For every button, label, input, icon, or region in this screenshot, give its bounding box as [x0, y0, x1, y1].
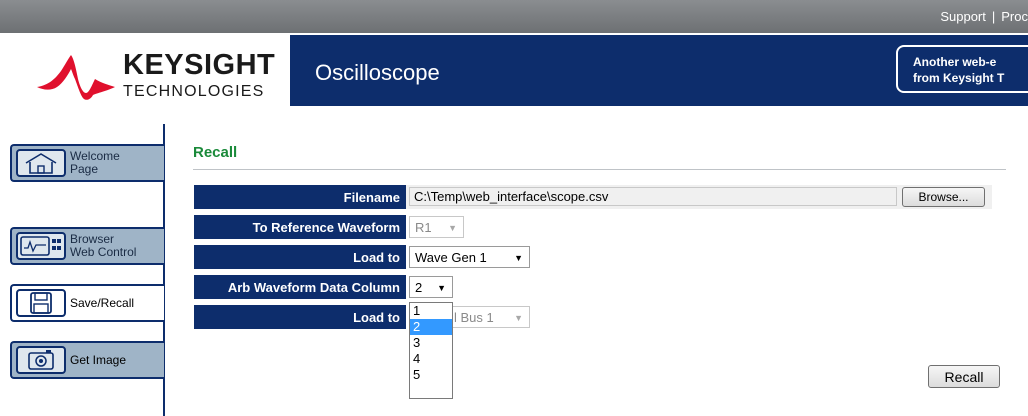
home-icon — [16, 149, 66, 177]
promo-line-1: Another web-e — [913, 55, 997, 69]
load-to-label-2: Load to — [194, 305, 406, 329]
select-value: R1 — [415, 220, 432, 235]
floppy-disk-icon — [16, 289, 66, 317]
chevron-down-icon: ▼ — [514, 313, 523, 323]
filename-field[interactable] — [409, 187, 897, 206]
chevron-down-icon: ▼ — [514, 253, 523, 263]
sidebar-item-label: Welcome Page — [70, 150, 120, 176]
dropdown-option[interactable]: 5 — [410, 367, 452, 383]
select-value: Wave Gen 1 — [415, 250, 487, 265]
app-title: Oscilloscope — [315, 60, 440, 85]
dropdown-option[interactable]: 4 — [410, 351, 452, 367]
browse-button[interactable]: Browse... — [902, 187, 985, 207]
sidebar-item-label: Get Image — [70, 353, 127, 367]
chevron-down-icon: ▼ — [448, 223, 457, 233]
products-link[interactable]: Proc — [1001, 9, 1028, 24]
recall-button[interactable]: Recall — [928, 365, 1000, 388]
select-value: 2 — [415, 280, 423, 295]
reference-waveform-label: To Reference Waveform — [194, 215, 406, 239]
dropdown-option-selected[interactable]: 2 — [410, 319, 452, 335]
sidebar-item-welcome[interactable]: Welcome Page — [10, 144, 164, 182]
camera-icon — [16, 346, 66, 374]
sidebar-item-save-recall[interactable]: Save/Recall — [10, 284, 164, 322]
reference-waveform-select[interactable]: R1 ▼ — [409, 216, 464, 238]
arb-data-column-select[interactable]: 2 ▼ — [409, 276, 453, 298]
title-divider — [193, 169, 1006, 170]
header: KEYSIGHT TECHNOLOGIES Oscilloscope Anoth… — [0, 33, 1028, 106]
sidebar-item-label: Save/Recall — [70, 296, 135, 310]
top-links: Support | Proc — [940, 9, 1028, 24]
arb-waveform-column-label: Arb Waveform Data Column — [194, 275, 406, 299]
top-utility-bar: Support | Proc — [0, 0, 1028, 33]
load-to-select[interactable]: Wave Gen 1 ▼ — [409, 246, 530, 268]
promo-box[interactable]: Another web-e from Keysight T — [896, 45, 1028, 93]
logo-subtitle: TECHNOLOGIES — [123, 83, 265, 100]
promo-line-2: from Keysight T — [913, 71, 1005, 85]
dropdown-option[interactable]: 1 — [410, 303, 452, 319]
select-value: l Bus 1 — [454, 310, 494, 325]
chevron-down-icon: ▼ — [437, 283, 446, 293]
link-separator: | — [991, 9, 996, 24]
label-line-2: Web Control — [70, 245, 137, 259]
sidebar-item-get-image[interactable]: Get Image — [10, 341, 164, 379]
dropdown-option[interactable]: 3 — [410, 335, 452, 351]
logo-wordmark: KEYSIGHT — [123, 49, 276, 81]
keysight-logo[interactable]: KEYSIGHT TECHNOLOGIES — [5, 35, 290, 106]
oscilloscope-icon — [16, 232, 66, 260]
keysight-wave-logo-icon — [37, 55, 115, 100]
filename-label: Filename — [194, 185, 406, 209]
sidebar-item-label: Browser Web Control — [70, 233, 136, 259]
sidebar-item-browser-web-control[interactable]: Browser Web Control — [10, 227, 164, 265]
page-title: Recall — [193, 144, 238, 161]
arb-data-column-dropdown[interactable]: 1 2 3 4 5 — [409, 302, 453, 399]
load-to-label: Load to — [194, 245, 406, 269]
label-line-2: Page — [70, 162, 99, 176]
support-link[interactable]: Support — [940, 9, 986, 24]
